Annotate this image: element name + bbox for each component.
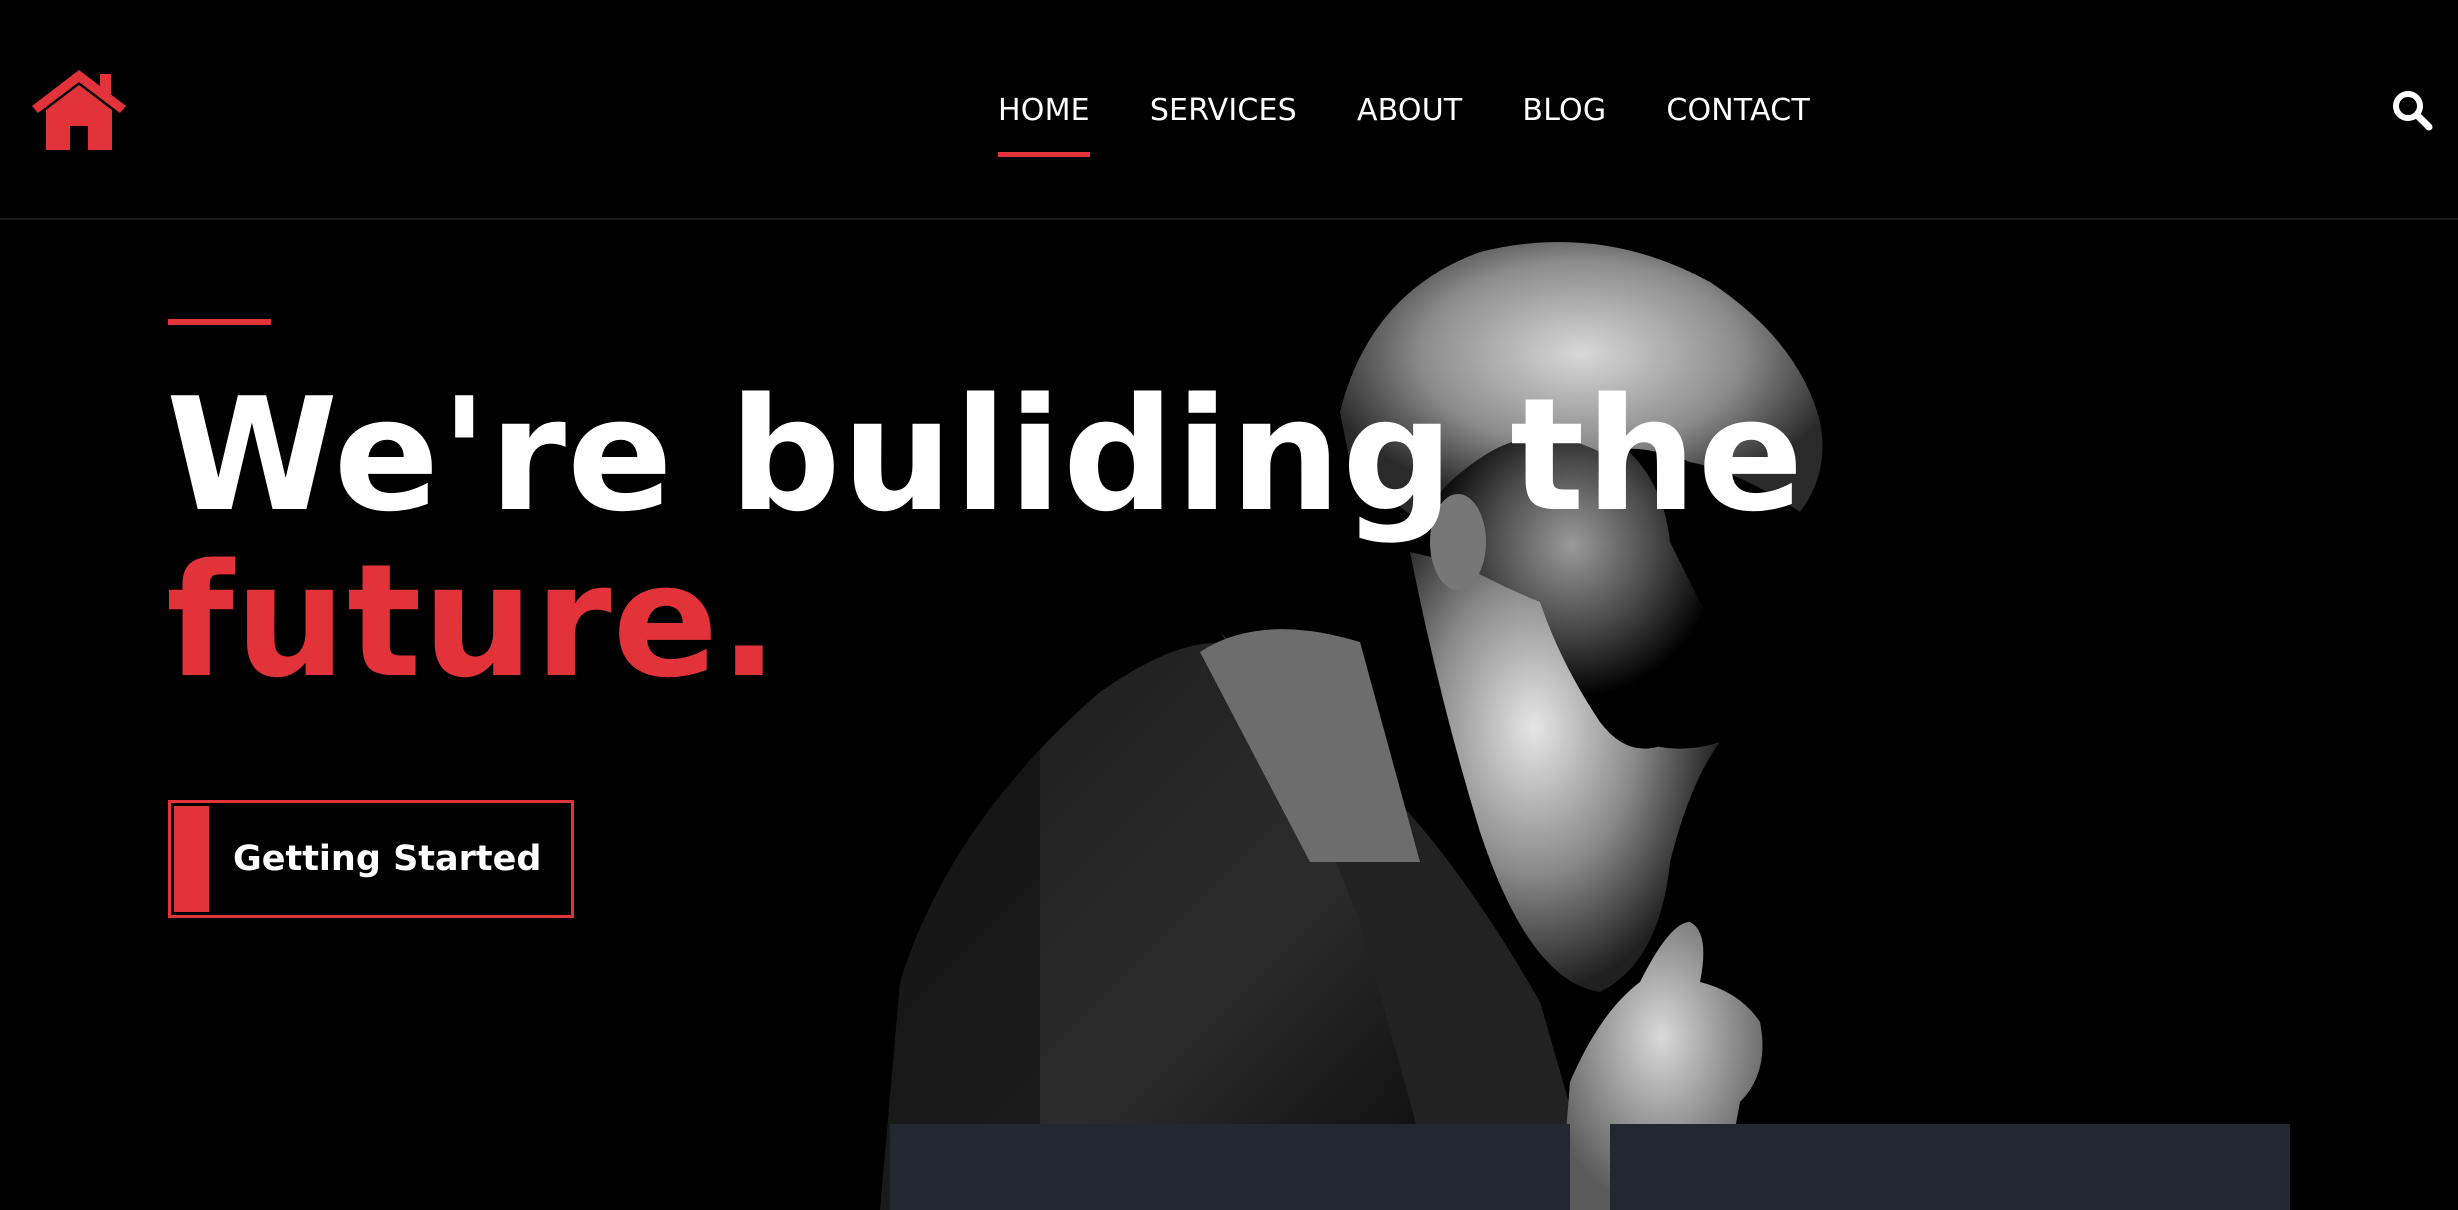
feature-card [1610, 1124, 2290, 1210]
logo[interactable] [28, 66, 130, 152]
main-nav: HOME SERVICES ABOUT BLOG CONTACT [998, 88, 1810, 158]
getting-started-button[interactable]: Getting Started [168, 800, 574, 918]
search-button[interactable] [2390, 88, 2434, 132]
site-header: HOME SERVICES ABOUT BLOG CONTACT [0, 0, 2458, 220]
hero-headline-line2: future. [166, 530, 780, 712]
nav-item-services[interactable]: SERVICES [1150, 88, 1297, 134]
nav-item-label: BLOG [1522, 93, 1607, 128]
feature-card [890, 1124, 1570, 1210]
nav-item-blog[interactable]: BLOG [1522, 88, 1606, 134]
nav-item-label: HOME [998, 93, 1090, 128]
nav-item-contact[interactable]: CONTACT [1666, 88, 1810, 134]
hero-accent-line [168, 319, 271, 325]
nav-item-home[interactable]: HOME [998, 88, 1090, 157]
nav-item-label: CONTACT [1666, 93, 1810, 128]
cta-label: Getting Started [233, 839, 542, 879]
landing-page: HOME SERVICES ABOUT BLOG CONTACT We're b… [0, 0, 2458, 1210]
hero-headline: We're buliding the future. [166, 372, 1804, 704]
search-icon [2393, 91, 2433, 131]
hero-headline-line1: We're buliding the [166, 364, 1805, 546]
nav-item-label: SERVICES [1149, 93, 1297, 128]
house-icon [32, 70, 126, 150]
cta-accent-bar [174, 806, 209, 912]
nav-item-label: ABOUT [1356, 93, 1463, 128]
active-nav-indicator [998, 152, 1090, 157]
nav-item-about[interactable]: ABOUT [1357, 88, 1462, 134]
